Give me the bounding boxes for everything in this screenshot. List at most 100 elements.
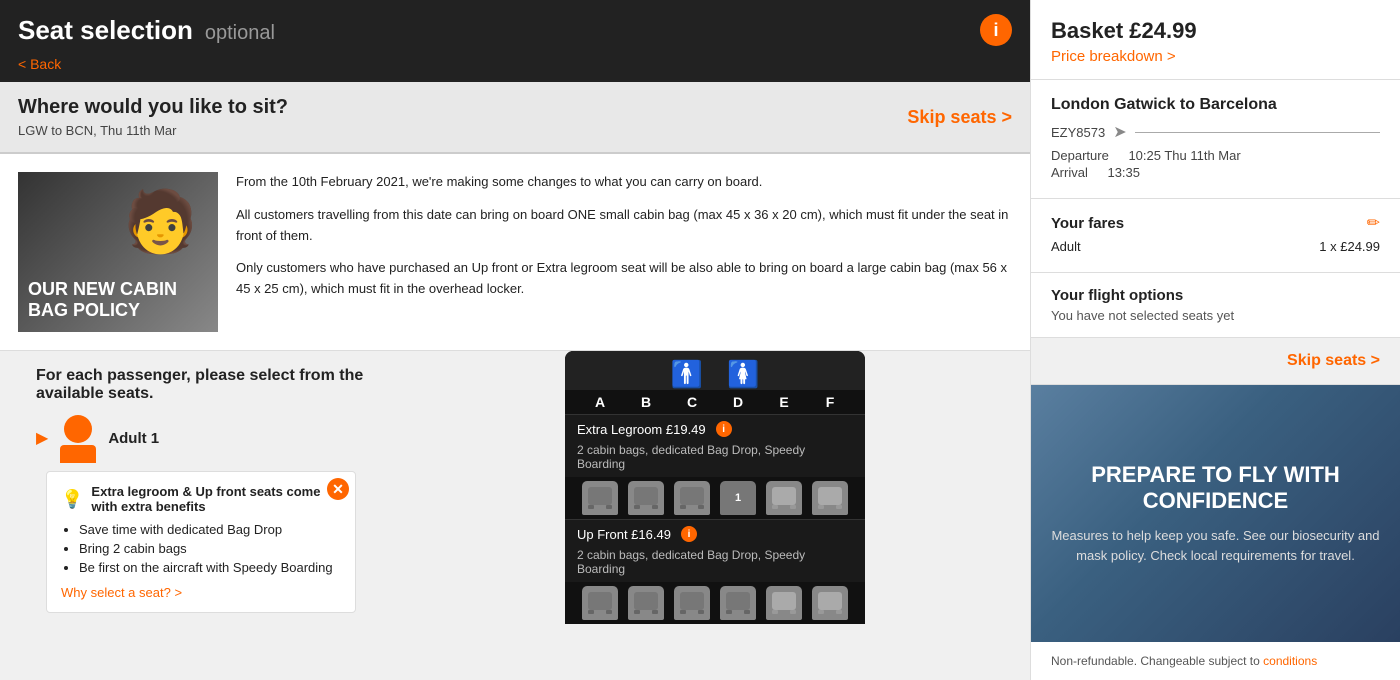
seat-1a[interactable]	[582, 481, 618, 515]
header-bar: Seat selection optional i	[0, 0, 1030, 56]
bulb-icon: 💡	[61, 489, 83, 510]
upfront-sublabel: 2 cabin bags, dedicated Bag Drop, Speedy…	[565, 546, 865, 582]
seat-2c[interactable]	[674, 586, 710, 620]
seat-2b[interactable]	[628, 586, 664, 620]
flight-meta: EZY8573 ➤	[1051, 122, 1380, 142]
seat-intro-text: Where would you like to sit? LGW to BCN,…	[18, 96, 288, 138]
flight-number: EZY8573	[1051, 125, 1105, 140]
col-label-a: A	[582, 394, 618, 410]
seat-left-col: For each passenger, please select from t…	[0, 351, 400, 680]
upfront-info-icon[interactable]: i	[681, 526, 697, 542]
sidebar-fares: Your fares ✏ Adult 1 x £24.99	[1031, 199, 1400, 273]
tooltip-benefit-3: Be first on the aircraft with Speedy Boa…	[79, 560, 341, 575]
seat-1b[interactable]	[628, 481, 664, 515]
extra-legroom-info-icon[interactable]: i	[716, 421, 732, 437]
flight-departure: Departure 10:25 Thu 11th Mar	[1051, 148, 1380, 163]
seat-col-labels: A B C D E F	[565, 390, 865, 414]
passenger-row: ▶ Adult 1	[36, 415, 364, 461]
nonrefundable-text: Non-refundable. Changeable subject to	[1051, 654, 1260, 668]
flight-arrival: Arrival 13:35	[1051, 165, 1380, 180]
cabin-bag-img-text: OUR NEW CABIN BAG POLICY	[28, 279, 208, 322]
seat-1d[interactable]: 1	[720, 481, 756, 515]
tooltip-box: ✕ 💡 Extra legroom & Up front seats come …	[46, 471, 356, 613]
page-title: Seat selection	[18, 15, 193, 46]
tooltip-benefits: Save time with dedicated Bag Drop Bring …	[79, 522, 341, 575]
arrival-time: 13:35	[1107, 165, 1140, 180]
sidebar-skip: Skip seats >	[1031, 338, 1400, 385]
cabin-bag-text: From the 10th February 2021, we're makin…	[236, 172, 1012, 332]
skip-seats-link-top[interactable]: Skip seats >	[907, 107, 1012, 128]
seat-heading: Where would you like to sit?	[18, 96, 288, 119]
options-title: Your flight options	[1051, 287, 1380, 304]
passenger-section-heading: For each passenger, please select from t…	[36, 367, 364, 403]
arrival-label: Arrival	[1051, 165, 1088, 180]
nonrefundable-link[interactable]: conditions	[1263, 654, 1317, 668]
optional-label: optional	[205, 22, 275, 45]
cabin-bag-section: 🧑 OUR NEW CABIN BAG POLICY From the 10th…	[0, 154, 1030, 351]
passenger-label: Adult 1	[108, 430, 159, 447]
play-icon: ▶	[36, 428, 48, 448]
tooltip-benefit-2: Bring 2 cabin bags	[79, 541, 341, 556]
sidebar-basket: Basket £24.99 Price breakdown >	[1031, 0, 1400, 80]
tooltip-benefit-1: Save time with dedicated Bag Drop	[79, 522, 341, 537]
sidebar-nonrefundable: Non-refundable. Changeable subject to co…	[1031, 642, 1400, 680]
upfront-label: Up Front £16.49 i	[565, 519, 865, 546]
sidebar-flight-info: London Gatwick to Barcelona EZY8573 ➤ De…	[1031, 80, 1400, 199]
sidebar-skip-link[interactable]: Skip seats >	[1287, 352, 1380, 369]
departure-label: Departure	[1051, 148, 1109, 163]
info-icon[interactable]: i	[980, 14, 1012, 46]
promo-subtitle: Measures to help keep you safe. See our …	[1051, 526, 1380, 565]
fares-header: Your fares ✏	[1051, 213, 1380, 233]
seat-2d[interactable]	[720, 586, 756, 620]
sidebar-options: Your flight options You have not selecte…	[1031, 273, 1400, 338]
cabin-bag-para3: Only customers who have purchased an Up …	[236, 258, 1012, 300]
seat-row-1: 1	[565, 477, 865, 519]
col-label-f: F	[812, 394, 848, 410]
fare-row-adult: Adult 1 x £24.99	[1051, 239, 1380, 254]
seat-1e[interactable]	[766, 481, 802, 515]
seat-1f[interactable]	[812, 481, 848, 515]
promo-title: PREPARE TO FLY WITH CONFIDENCE	[1051, 462, 1380, 515]
col-label-e: E	[766, 394, 802, 410]
back-link[interactable]: < Back	[18, 52, 61, 72]
passenger-section: For each passenger, please select from t…	[18, 351, 382, 613]
extra-legroom-label: Extra Legroom £19.49 i	[565, 414, 865, 441]
adult-price: 1 x £24.99	[1319, 239, 1380, 254]
passenger-avatar	[58, 415, 98, 461]
cabin-bag-image: 🧑 OUR NEW CABIN BAG POLICY	[18, 172, 218, 332]
seat-map-top: 🚹 🚺	[565, 351, 865, 390]
basket-title: Basket £24.99	[1051, 18, 1380, 44]
price-breakdown-link[interactable]: Price breakdown >	[1051, 48, 1176, 65]
tooltip-close-button[interactable]: ✕	[327, 478, 349, 500]
options-text: You have not selected seats yet	[1051, 308, 1380, 323]
header-left: Seat selection optional	[18, 15, 275, 46]
col-label-d: D	[720, 394, 756, 410]
sidebar: Basket £24.99 Price breakdown > London G…	[1030, 0, 1400, 680]
seat-2f[interactable]	[812, 586, 848, 620]
seat-2a[interactable]	[582, 586, 618, 620]
sidebar-promo: PREPARE TO FLY WITH CONFIDENCE Measures …	[1031, 385, 1400, 642]
seat-right-col: 🚹 🚺 A B C D E F Extra Legroom £19.49 i	[400, 351, 1030, 680]
flight-route: London Gatwick to Barcelona	[1051, 96, 1380, 114]
col-label-b: B	[628, 394, 664, 410]
seat-1c[interactable]	[674, 481, 710, 515]
seat-subheading: LGW to BCN, Thu 11th Mar	[18, 123, 288, 138]
seat-map-graphic: 🚹 🚺 A B C D E F Extra Legroom £19.49 i	[565, 351, 865, 624]
fares-title: Your fares	[1051, 215, 1124, 232]
extra-legroom-sublabel: 2 cabin bags, dedicated Bag Drop, Speedy…	[565, 441, 865, 477]
col-label-c: C	[674, 394, 710, 410]
why-select-seat-link[interactable]: Why select a seat? >	[61, 585, 182, 600]
cabin-bag-para2: All customers travelling from this date …	[236, 205, 1012, 247]
flight-direction-icon: ➤	[1113, 122, 1126, 142]
seat-selection-body: For each passenger, please select from t…	[0, 351, 1030, 680]
seat-intro-bar: Where would you like to sit? LGW to BCN,…	[0, 82, 1030, 154]
tooltip-title: 💡 Extra legroom & Up front seats come wi…	[61, 484, 341, 514]
adult-label: Adult	[1051, 239, 1081, 254]
seat-2e[interactable]	[766, 586, 802, 620]
person-icon-female: 🚺	[727, 359, 759, 390]
flight-line	[1135, 132, 1380, 133]
seat-row-2	[565, 582, 865, 624]
header-back-row: < Back	[0, 56, 1030, 82]
edit-icon[interactable]: ✏	[1367, 213, 1380, 233]
person-icon-male: 🚹	[671, 359, 703, 390]
